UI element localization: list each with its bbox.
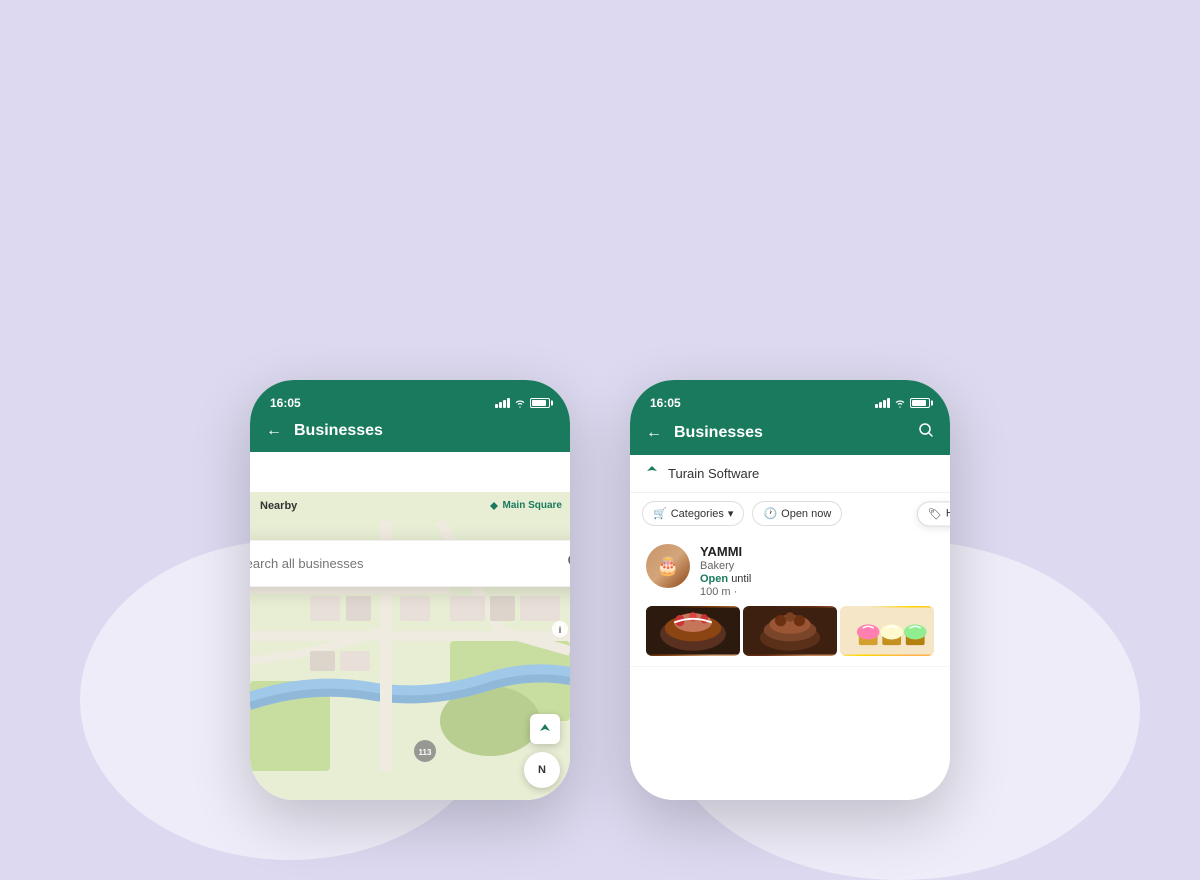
signal-icon-2 xyxy=(875,398,890,408)
search-icon xyxy=(567,553,570,574)
phone1-content: Nearby Main Square xyxy=(250,452,570,800)
business-name: YAMMI xyxy=(700,544,934,559)
status-open-text: Open xyxy=(700,573,728,585)
wifi-icon-1 xyxy=(514,398,526,408)
page-title-2: Businesses xyxy=(674,424,918,442)
app-bar-1: ← Businesses xyxy=(250,414,570,452)
page-title-1: Businesses xyxy=(294,422,554,440)
battery-icon-2 xyxy=(910,398,930,408)
cake-icon: 🎂 xyxy=(646,544,690,588)
main-square-link[interactable]: Main Square xyxy=(489,500,562,511)
business-type: Bakery xyxy=(700,560,934,572)
location-icon xyxy=(646,465,658,482)
search-bar-wrap xyxy=(250,540,570,587)
status-icons-1 xyxy=(495,392,550,408)
search-bar xyxy=(250,540,570,587)
compass: N xyxy=(524,752,560,788)
categories-dropdown-icon: ▾ xyxy=(728,507,734,520)
status-suffix: until xyxy=(731,573,751,585)
phone2-content: Turain Software 🛒 Categories ▾ 🕐 Open no… xyxy=(630,455,950,800)
business-distance: 100 m · xyxy=(700,586,934,598)
has-catalog-chip[interactable]: 🏷 Has catalog xyxy=(917,501,950,526)
location-pin-btn[interactable] xyxy=(530,714,560,744)
filter-chips: 🛒 Categories ▾ 🕐 Open now 🏷 Has catalog xyxy=(630,493,950,534)
tag-icon: 🏷 xyxy=(928,507,942,520)
phone-2: 16:05 xyxy=(630,380,950,800)
filter-row: 🛒 Categories ▾ 🕐 Open now 🏷 Has catalog xyxy=(630,493,950,534)
phone-1: 16:05 xyxy=(250,380,570,800)
location-bar: Turain Software xyxy=(630,455,950,493)
notch-2 xyxy=(745,380,835,402)
business-item-yammi[interactable]: 🎂 YAMMI Bakery Open until 100 m · xyxy=(630,534,950,667)
has-catalog-label: Has catalog xyxy=(946,508,950,520)
cart-icon: 🛒 xyxy=(653,507,667,520)
location-name: Turain Software xyxy=(668,466,759,481)
product-image-3 xyxy=(840,606,934,656)
categories-label: Categories xyxy=(671,508,724,520)
product-image-1 xyxy=(646,606,740,656)
status-bar-1: 16:05 xyxy=(250,380,570,414)
notch-1 xyxy=(365,380,455,402)
wifi-icon-2 xyxy=(894,398,906,408)
nearby-label: Nearby xyxy=(260,500,297,512)
map-area: Nearby Main Square xyxy=(250,492,570,800)
signal-icon-1 xyxy=(495,398,510,408)
clock-icon: 🕐 xyxy=(763,507,777,520)
business-images xyxy=(646,606,934,656)
categories-chip[interactable]: 🛒 Categories ▾ xyxy=(642,501,744,526)
svg-text:i: i xyxy=(559,625,562,635)
app-bar-2: ← Businesses xyxy=(630,414,950,455)
back-button-1[interactable]: ← xyxy=(266,422,282,440)
phone-1-screen: 16:05 xyxy=(250,380,570,800)
phone-2-screen: 16:05 xyxy=(630,380,950,800)
business-status: Open until xyxy=(700,573,934,585)
open-now-label: Open now xyxy=(781,508,831,520)
business-info: YAMMI Bakery Open until 100 m · xyxy=(700,544,934,598)
open-now-chip[interactable]: 🕐 Open now xyxy=(752,501,842,526)
time-2: 16:05 xyxy=(650,390,681,410)
status-bar-2: 16:05 xyxy=(630,380,950,414)
product-image-2 xyxy=(743,606,837,656)
business-avatar: 🎂 xyxy=(646,544,690,588)
time-1: 16:05 xyxy=(270,390,301,410)
battery-icon-1 xyxy=(530,398,550,408)
search-input[interactable] xyxy=(250,556,567,571)
back-button-2[interactable]: ← xyxy=(646,424,662,442)
status-icons-2 xyxy=(875,392,930,408)
business-header: 🎂 YAMMI Bakery Open until 100 m · xyxy=(646,544,934,598)
svg-text:113: 113 xyxy=(419,748,432,757)
search-button-2[interactable] xyxy=(918,422,934,443)
phones-container: 16:05 xyxy=(250,380,950,800)
